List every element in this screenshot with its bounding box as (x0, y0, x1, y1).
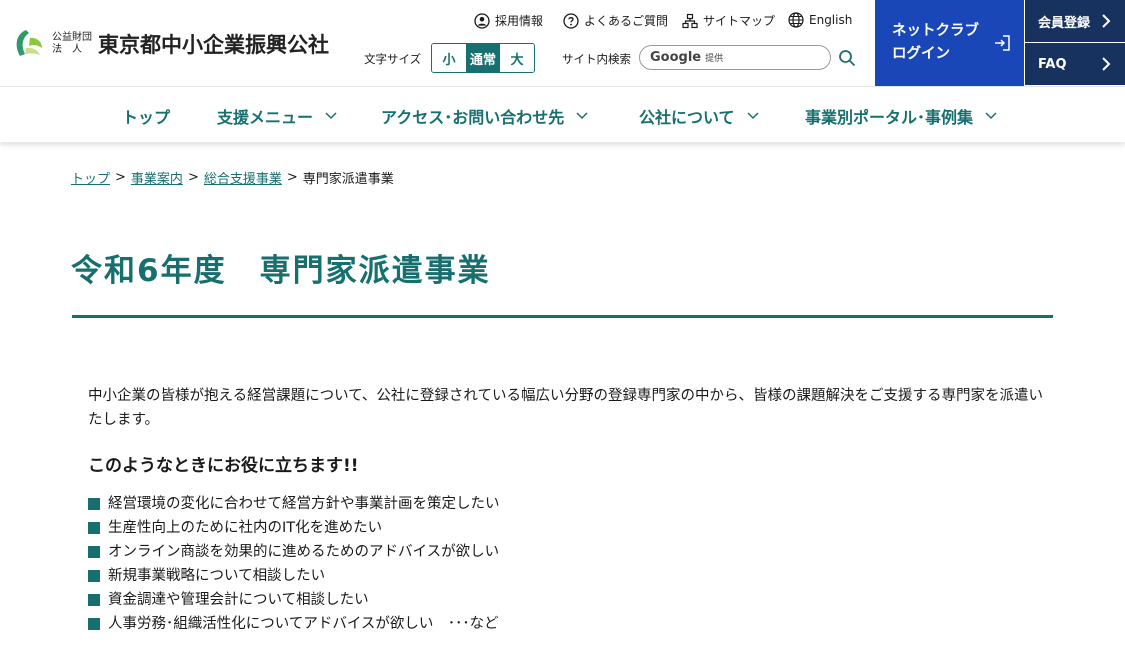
util-link-faq[interactable]: よくあるご質問 (563, 12, 668, 29)
globe-icon (788, 12, 804, 28)
netclub-login-button[interactable]: ネットクラブ ログイン (875, 0, 1024, 86)
square-bullet-icon (88, 498, 100, 510)
list-item: 新規事業戦略について相談したい (88, 564, 500, 588)
font-size-large-button[interactable]: 大 (500, 44, 534, 72)
google-provided-label: 提供 (705, 54, 724, 64)
chevron-down-icon (985, 112, 997, 120)
util-link-label: English (809, 13, 853, 27)
breadcrumb-separator: > (187, 170, 199, 185)
nav-item-access-contact[interactable]: アクセス･お問い合わせ先 (381, 104, 588, 128)
list-item: 資金調達や管理会計について相談したい (88, 588, 500, 612)
square-bullet-icon (88, 546, 100, 558)
logo-small-top: 公益財団 (52, 32, 92, 43)
util-link-label: 採用情報 (495, 14, 544, 28)
breadcrumb-separator: > (286, 170, 298, 185)
util-link-english[interactable]: English (788, 12, 852, 28)
member-register-label: 会員登録 (1038, 15, 1091, 31)
person-circle-icon (474, 12, 490, 29)
google-logo: Google (650, 50, 702, 65)
chevron-right-icon (1102, 14, 1111, 28)
list-item: 人事労務･組織活性化についてアドバイスが欲しい ･･･など (88, 612, 500, 636)
site-header: 公益財団 法 人 東京都中小企業振興公社 採用情報 よくあるご質問 サイトマップ (0, 0, 1125, 86)
chevron-right-icon (1102, 57, 1111, 71)
title-divider (72, 315, 1053, 318)
breadcrumb-link-general-support[interactable]: 総合支援事業 (204, 168, 282, 187)
netclub-label-line1: ネットクラブ (892, 23, 979, 39)
logo-mark-icon (16, 30, 42, 56)
list-item-text: 生産性向上のために社内のIT化を進めたい (108, 520, 383, 536)
chevron-down-icon (576, 112, 588, 120)
faq-label: FAQ (1038, 56, 1067, 72)
nav-item-label: トップ (122, 108, 171, 127)
breadcrumb-current: 専門家派遣事業 (302, 172, 394, 187)
logo-org-name: 東京都中小企業振興公社 (98, 33, 329, 57)
site-search-label: サイト内検索 (562, 52, 631, 66)
util-link-recruit[interactable]: 採用情報 (474, 12, 543, 29)
section-subheading: このようなときにお役に立ちます!! (88, 456, 359, 476)
logo-small-bottom: 法 人 (52, 44, 82, 55)
list-item-text: 経営環境の変化に合わせて経営方針や事業計画を策定したい (108, 496, 500, 512)
breadcrumb-link-top[interactable]: トップ (71, 168, 110, 187)
breadcrumb-separator: > (115, 170, 126, 185)
list-item-text: 新規事業戦略について相談したい (108, 568, 326, 584)
util-link-sitemap[interactable]: サイトマップ (682, 12, 775, 29)
breadcrumb-link-business[interactable]: 事業案内 (131, 168, 183, 187)
font-size-switcher: 小 通常 大 (431, 43, 535, 73)
nav-item-label: 事業別ポータル･事例集 (805, 108, 974, 127)
font-size-small-button[interactable]: 小 (432, 44, 466, 72)
search-icon[interactable] (838, 49, 856, 67)
intro-text: 中小企業の皆様が抱える経営課題について、公社に登録されている幅広い分野の登録専門… (88, 388, 1043, 428)
use-case-list: 経営環境の変化に合わせて経営方針や事業計画を策定したい 生産性向上のために社内の… (88, 492, 500, 636)
list-item: 生産性向上のために社内のIT化を進めたい (88, 516, 500, 540)
nav-item-portal-cases[interactable]: 事業別ポータル･事例集 (805, 104, 997, 128)
square-bullet-icon (88, 522, 100, 534)
list-item-text: 人事労務･組織活性化についてアドバイスが欲しい ･･･など (108, 616, 499, 632)
login-icon (995, 35, 1010, 51)
nav-item-label: 支援メニュー (217, 108, 314, 127)
logo-corp-type: 公益財団 法 人 (52, 32, 96, 56)
square-bullet-icon (88, 570, 100, 582)
sitemap-icon (682, 13, 698, 28)
nav-item-label: アクセス･お問い合わせ先 (381, 108, 565, 127)
list-item: オンライン商談を効果的に進めるためのアドバイスが欲しい (88, 540, 500, 564)
font-size-normal-button[interactable]: 通常 (466, 44, 500, 72)
question-circle-icon (563, 12, 579, 29)
util-link-label: よくあるご質問 (584, 14, 669, 28)
breadcrumb: トップ > 事業案内 > 総合支援事業 > 専門家派遣事業 (71, 168, 394, 187)
list-item: 経営環境の変化に合わせて経営方針や事業計画を策定したい (88, 492, 500, 516)
netclub-label-line2: ログイン (892, 46, 950, 62)
square-bullet-icon (88, 594, 100, 606)
nav-item-top[interactable]: トップ (122, 104, 170, 128)
util-link-label: サイトマップ (703, 14, 776, 28)
nav-item-label: 公社について (639, 108, 735, 127)
chevron-down-icon (325, 112, 337, 120)
chevron-down-icon (747, 112, 759, 120)
list-item-text: オンライン商談を効果的に進めるためのアドバイスが欲しい (108, 544, 500, 560)
site-search-input[interactable]: Google 提供 (639, 45, 831, 70)
square-bullet-icon (88, 618, 100, 630)
faq-button[interactable]: FAQ (1025, 43, 1125, 85)
page-title: 令和6年度 専門家派遣事業 (71, 253, 491, 289)
list-item-text: 資金調達や管理会計について相談したい (108, 592, 369, 608)
global-nav: トップ 支援メニュー アクセス･お問い合わせ先 公社について 事業別ポータル･事… (0, 86, 1125, 142)
font-size-label: 文字サイズ (364, 52, 422, 66)
site-logo[interactable]: 公益財団 法 人 東京都中小企業振興公社 (12, 28, 329, 60)
netclub-label: ネットクラブ ログイン (892, 20, 992, 66)
nav-item-about[interactable]: 公社について (639, 104, 759, 128)
member-register-button[interactable]: 会員登録 (1025, 0, 1125, 42)
nav-item-support-menu[interactable]: 支援メニュー (217, 104, 337, 128)
